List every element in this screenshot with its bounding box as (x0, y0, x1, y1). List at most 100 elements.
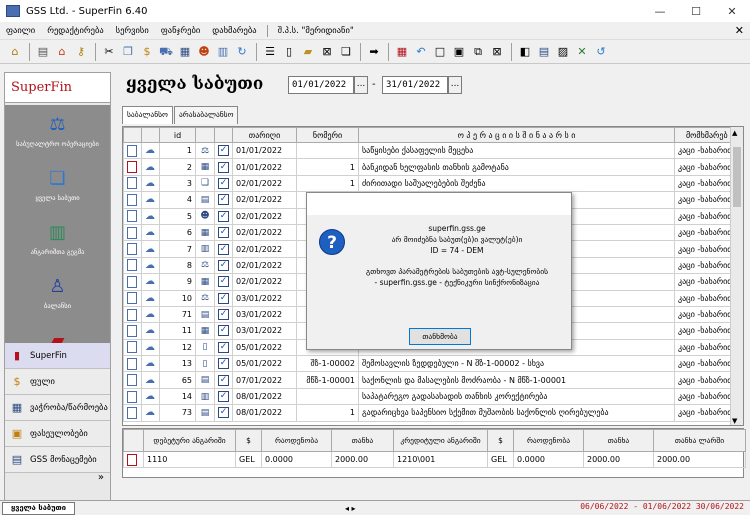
date-to-input[interactable]: 31/01/2022 (382, 76, 448, 94)
maximize-button[interactable]: ☐ (678, 0, 714, 22)
cards-icon[interactable]: ▥ (214, 43, 232, 61)
list-icon[interactable]: ☰ (261, 43, 279, 61)
approved-checkbox[interactable]: ✓ (218, 210, 229, 222)
sidebar-nav-gss-data[interactable]: ▤ GSS მონაცემები (5, 447, 110, 473)
menu-help[interactable]: დახმარება (206, 26, 262, 36)
back-icon[interactable]: ◧ (516, 43, 534, 61)
row-checkbox: ✓ (214, 387, 233, 406)
more-chevron-icon[interactable]: » (98, 472, 104, 483)
table-row[interactable]: ☁ 3 ❏ ✓ 02/01/2022 1 ძირითადი საშუალებების შეძ… (123, 174, 740, 193)
menu-service[interactable]: სერვისი (110, 26, 155, 36)
folder-icon[interactable]: ▰ (299, 43, 317, 61)
column-header[interactable] (214, 127, 233, 143)
sidebar-nav-money[interactable]: $ ფული (5, 369, 110, 395)
column-header-number[interactable]: ნომერი (296, 127, 359, 143)
column-header[interactable] (141, 127, 160, 143)
save-icon[interactable]: ▤ (535, 43, 553, 61)
recycle-icon[interactable]: ↻ (233, 43, 251, 61)
documents-icon: ❏ (49, 167, 66, 189)
window-icon[interactable]: ▣ (450, 43, 468, 61)
home-icon[interactable]: ⌂ (6, 43, 24, 61)
approved-checkbox[interactable]: ✓ (218, 309, 229, 321)
approved-checkbox[interactable]: ✓ (218, 276, 229, 288)
printer-icon[interactable]: ▤ (34, 43, 52, 61)
grid-scrollbar[interactable]: ▲ ▼ (730, 127, 743, 425)
sidebar-nav-superfin[interactable]: ▮ SuperFin (5, 343, 110, 369)
window-tab-all-documents[interactable]: ყველა საბუთი (2, 501, 75, 515)
sidebar-item-all-documents[interactable]: ❏ ყველა საბუთი (5, 165, 110, 203)
approved-checkbox[interactable]: ✓ (218, 325, 229, 337)
key-icon[interactable]: ⚷ (72, 43, 90, 61)
date-to-picker-button[interactable]: ... (448, 76, 462, 94)
money-icon[interactable]: $ (138, 43, 156, 61)
table-row[interactable]: ☁ 1 ⚖ ✓ 01/01/2022 საწყისები ქასაფელის მეცეხა… (123, 141, 740, 160)
sidebar-nav-trade[interactable]: ▦ ვაჭრობა/წარმოება (5, 395, 110, 421)
approved-checkbox[interactable]: ✓ (218, 177, 229, 189)
date-from-picker-button[interactable]: ... (354, 76, 368, 94)
menu-windows[interactable]: ფანჯრები (155, 26, 207, 36)
minimize-button[interactable]: — (642, 0, 678, 22)
table-row[interactable]: ☁ 65 ▤ ✓ 07/01/2022 მწზ-1-00001 საქონლის და მა… (123, 371, 740, 389)
person-icon[interactable]: ☻ (195, 43, 213, 61)
close-button[interactable]: ✕ (714, 0, 750, 22)
scroll-up-icon[interactable]: ▲ (732, 129, 737, 137)
tab-off-balance[interactable]: არასაბალანსო (173, 106, 239, 124)
table-row[interactable]: ☁ 13 ▯ ✓ 05/01/2022 შზ-1-00002 შემოსავლის ზედდ… (123, 355, 740, 373)
close-square-icon[interactable]: ⊠ (488, 43, 506, 61)
status-nav-arrows[interactable]: ◂ ▸ (345, 504, 356, 513)
arrow-right-icon[interactable]: ➡ (365, 43, 383, 61)
sidebar-item-chart-of-accounts[interactable]: ▥ ანგარიშთა გეგმა (5, 219, 110, 257)
approved-checkbox[interactable]: ✓ (218, 391, 229, 403)
house-icon[interactable]: ⌂ (53, 43, 71, 61)
sidebar-nav-valuables[interactable]: ▣ ფასეულობები (5, 421, 110, 447)
cloud-icon: ☁ (145, 210, 155, 222)
summary-row[interactable]: 1110 GEL 0.0000 2000.00 1210\001 GEL 0.0… (123, 451, 746, 468)
menu-edit[interactable]: რედაქტირება (41, 26, 109, 36)
image-icon[interactable]: ▨ (554, 43, 572, 61)
copy-icon[interactable]: ❐ (119, 43, 137, 61)
approved-checkbox[interactable]: ✓ (218, 243, 229, 255)
export-icon[interactable]: ⧉ (469, 43, 487, 61)
approved-checkbox[interactable]: ✓ (218, 227, 229, 239)
scissors-icon[interactable]: ✂ (100, 43, 118, 61)
column-header[interactable] (123, 127, 142, 143)
copy2-icon[interactable]: ❏ (337, 43, 355, 61)
valuables-icon: ▣ (11, 427, 23, 440)
mdi-close-icon[interactable]: ✕ (735, 24, 744, 37)
calculator-icon[interactable]: ▦ (176, 43, 194, 61)
approved-checkbox[interactable]: ✓ (218, 145, 229, 157)
column-header-date[interactable]: თარიღი (232, 127, 297, 143)
sidebar-item-accounting-operations[interactable]: ⚖ საბუღალტრო ოპერაციები (5, 111, 110, 149)
refresh-icon[interactable]: ↺ (592, 43, 610, 61)
menu-file[interactable]: ფაილი (0, 26, 41, 36)
tools-icon[interactable]: ✕ (573, 43, 591, 61)
car-icon[interactable]: ⛟ (157, 43, 175, 61)
scroll-down-icon[interactable]: ▼ (732, 417, 737, 425)
table-row[interactable]: ☁ 73 ▤ ✓ 08/01/2022 1 გადარიცხვა საპენსიო სქემ… (123, 404, 740, 422)
column-header-description[interactable]: ო პ ე რ ა ც ი ი ს შ ი ნ ა ა რ ს ი (358, 127, 675, 143)
row-type-icon: ▥ (195, 240, 215, 258)
approved-checkbox[interactable]: ✓ (218, 292, 229, 304)
date-from-input[interactable]: 01/01/2022 (288, 76, 354, 94)
approved-checkbox[interactable]: ✓ (218, 259, 229, 271)
close-doc-icon[interactable]: ⊠ (318, 43, 336, 61)
approved-checkbox[interactable]: ✓ (218, 341, 229, 353)
tab-balance[interactable]: საბალანსო (122, 106, 173, 124)
column-header-id[interactable]: id (159, 127, 196, 143)
approved-checkbox[interactable]: ✓ (218, 407, 229, 419)
document-icon[interactable]: ▯ (280, 43, 298, 61)
table-row[interactable]: ☁ 2 ▦ ✓ 01/01/2022 1 ბანკიდან ხელფასის თანხის … (123, 158, 740, 176)
table-row[interactable]: ☁ 14 ▥ ✓ 08/01/2022 საპატარეგო გადასახადის თა… (123, 387, 740, 406)
square-icon[interactable]: □ (431, 43, 449, 61)
operation-type-icon: ⚖ (200, 293, 210, 304)
ok-button[interactable]: თანხმობა (409, 328, 471, 345)
calendar-icon[interactable]: ▦ (393, 43, 411, 61)
undo-icon[interactable]: ↶ (412, 43, 430, 61)
approved-checkbox[interactable]: ✓ (218, 161, 229, 173)
approved-checkbox[interactable]: ✓ (218, 194, 229, 206)
approved-checkbox[interactable]: ✓ (218, 374, 229, 386)
approved-checkbox[interactable]: ✓ (218, 358, 229, 370)
sidebar-item-balance[interactable]: ♙ ბალანსი (5, 273, 110, 311)
scrollbar-thumb[interactable] (733, 147, 741, 207)
column-header[interactable] (195, 127, 215, 143)
